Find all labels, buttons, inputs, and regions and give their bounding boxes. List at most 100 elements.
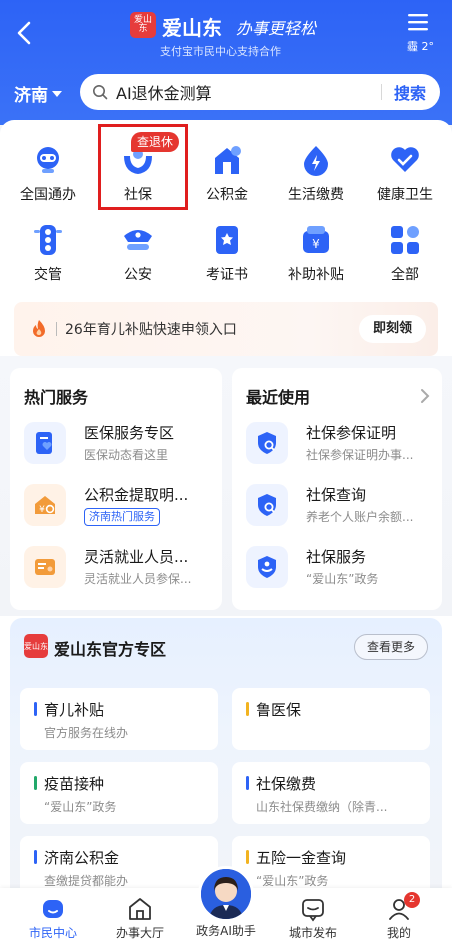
tab-mine[interactable]: 我的 xyxy=(354,888,444,944)
tab-label: 市民中心 xyxy=(28,926,77,940)
official-tile-insurance-payment[interactable]: 社保缴费 山东社保费缴纳（除青... xyxy=(232,762,430,824)
grid-label: 全部 xyxy=(391,267,419,283)
official-zone: 爱山东 爱山东官方专区 查看更多 育儿补贴 官方服务在线办 鲁医保 疫苗接种 “… xyxy=(10,618,442,908)
official-title: 爱山东官方专区 xyxy=(54,640,167,659)
grid-item-all[interactable]: 全部 xyxy=(360,222,450,284)
app-logo: 爱山东 爱山东 办事更轻松 支付宝市民中心支持合作 xyxy=(130,10,330,60)
recent-title: 最近使用 xyxy=(246,388,311,407)
recent-item-insurance-service[interactable]: 社保服务 “爱山东”政务 xyxy=(246,546,446,596)
tab-service-hall[interactable]: 办事大厅 xyxy=(95,888,185,944)
grid-label: 公积金 xyxy=(206,187,248,203)
search-bar[interactable]: AI退休金测算 搜索 xyxy=(80,74,440,110)
service-icon xyxy=(246,484,288,526)
subsidy-icon: ¥ xyxy=(303,226,329,253)
dropdown-triangle-icon xyxy=(52,90,62,97)
menu-icon[interactable] xyxy=(406,12,430,34)
tile-accent-bar xyxy=(246,850,249,864)
hot-services-title: 热门服务 xyxy=(24,388,89,407)
search-button[interactable]: 搜索 xyxy=(394,80,426,104)
service-icon xyxy=(246,546,288,588)
grid-item-certificate[interactable]: 考证书 xyxy=(182,222,272,284)
chevron-right-icon[interactable] xyxy=(420,388,430,404)
police-icon xyxy=(124,230,152,250)
id-card-icon xyxy=(35,559,55,575)
tile-accent-bar xyxy=(246,702,249,716)
search-divider xyxy=(380,84,382,100)
grid-item-traffic[interactable]: 交管 xyxy=(3,222,93,284)
city-news-icon xyxy=(302,899,324,922)
hot-service-tag: 济南热门服务 xyxy=(84,508,160,526)
service-subtitle: 灵活就业人员参保... xyxy=(84,572,192,586)
tab-label: 城市发布 xyxy=(288,926,337,940)
tab-label: 我的 xyxy=(386,926,411,940)
service-title: 社保服务 xyxy=(306,548,367,566)
ai-assistant-avatar[interactable] xyxy=(198,866,254,922)
grid-item-bill-payment[interactable]: 生活缴费 xyxy=(271,142,361,204)
certificate-icon xyxy=(216,226,238,254)
grid-label: 考证书 xyxy=(206,267,248,283)
tab-city-news[interactable]: 城市发布 xyxy=(268,888,358,944)
ai-assistant-portrait-icon xyxy=(201,869,251,919)
app-subtitle: 支付宝市民中心支持合作 xyxy=(160,45,281,58)
citizen-center-icon xyxy=(43,900,63,918)
service-title: 灵活就业人员... xyxy=(84,548,189,566)
view-more-button[interactable]: 查看更多 xyxy=(353,634,428,660)
service-title: 公积金提取明... xyxy=(84,486,189,504)
shield-search-icon xyxy=(258,494,276,516)
back-arrow-icon xyxy=(17,21,31,45)
service-item-medical-insurance[interactable]: 医保服务专区 医保动态看这里 xyxy=(24,422,224,472)
grid-item-subsidy[interactable]: ¥ 补助补贴 xyxy=(271,222,361,284)
back-button[interactable] xyxy=(10,18,38,48)
tab-citizen-center[interactable]: 市民中心 xyxy=(8,888,98,944)
official-tile-parenting-subsidy[interactable]: 育儿补贴 官方服务在线办 xyxy=(20,688,218,750)
grid-item-nationwide[interactable]: 全国通办 xyxy=(3,142,93,204)
shield-search-icon xyxy=(258,432,276,454)
grid-item-health[interactable]: 健康卫生 xyxy=(360,142,450,204)
grid-label: 健康卫生 xyxy=(377,187,433,203)
retirement-badge[interactable]: 查退休 xyxy=(131,132,180,152)
tile-subtitle: 查缴提贷都能办 xyxy=(44,874,129,888)
recent-item-insurance-query[interactable]: 社保查询 养老个人账户余额... xyxy=(246,484,446,534)
service-icon xyxy=(246,422,288,464)
service-subtitle: “爱山东”政务 xyxy=(306,572,379,586)
service-subtitle: 养老个人账户余额... xyxy=(306,510,414,524)
svg-text:¥: ¥ xyxy=(39,505,45,515)
service-item-flexible-employment[interactable]: 灵活就业人员... 灵活就业人员参保... xyxy=(24,546,224,596)
official-tile-lu-medical[interactable]: 鲁医保 xyxy=(232,688,430,750)
claim-now-button[interactable]: 即刻领 xyxy=(358,315,426,343)
tile-subtitle: 官方服务在线办 xyxy=(44,726,129,740)
grid-label: 生活缴费 xyxy=(288,187,344,203)
tile-accent-bar xyxy=(246,776,249,790)
grid-label: 全国通办 xyxy=(20,187,76,203)
grid-label: 补助补贴 xyxy=(288,267,344,283)
tile-title: 鲁医保 xyxy=(256,701,302,719)
service-icon: ¥ xyxy=(24,484,66,526)
promo-divider xyxy=(56,322,57,336)
grid-label: 交管 xyxy=(34,267,62,283)
promo-banner[interactable]: 26年育儿补贴快速申领入口 即刻领 xyxy=(14,302,438,356)
service-icon xyxy=(24,422,66,464)
grid-item-housing-fund[interactable]: 公积金 xyxy=(182,142,272,204)
app-slogan: 办事更轻松 xyxy=(236,19,317,38)
service-title: 社保参保证明 xyxy=(306,424,397,442)
recent-item-insurance-certificate[interactable]: 社保参保证明 社保参保证明办事... xyxy=(246,422,446,472)
tile-title: 济南公积金 xyxy=(44,849,120,867)
header: 爱山东 爱山东 办事更轻松 支付宝市民中心支持合作 霾 2° 济南 AI退休金测… xyxy=(0,0,452,125)
tile-subtitle: “爱山东”政务 xyxy=(44,800,117,814)
tile-accent-bar xyxy=(34,702,37,716)
health-icon xyxy=(391,147,419,172)
city-selector[interactable]: 济南 xyxy=(14,81,62,106)
tab-label: 办事大厅 xyxy=(115,926,164,940)
service-item-housing-fund-withdraw[interactable]: ¥ 公积金提取明... 济南热门服务 xyxy=(24,484,224,534)
search-input[interactable]: AI退休金测算 xyxy=(116,80,381,104)
tab-label: 政务AI助手 xyxy=(196,924,256,938)
service-title: 社保查询 xyxy=(306,486,367,504)
promo-text: 26年育儿补贴快速申领入口 xyxy=(65,322,237,338)
nationwide-icon xyxy=(37,147,59,173)
grid-item-police[interactable]: 公安 xyxy=(93,222,183,284)
all-apps-icon xyxy=(391,226,419,254)
official-tile-vaccination[interactable]: 疫苗接种 “爱山东”政务 xyxy=(20,762,218,824)
official-logo: 爱山东 xyxy=(24,634,48,658)
tile-subtitle: “爱山东”政务 xyxy=(256,874,329,888)
service-subtitle: 医保动态看这里 xyxy=(84,448,169,462)
